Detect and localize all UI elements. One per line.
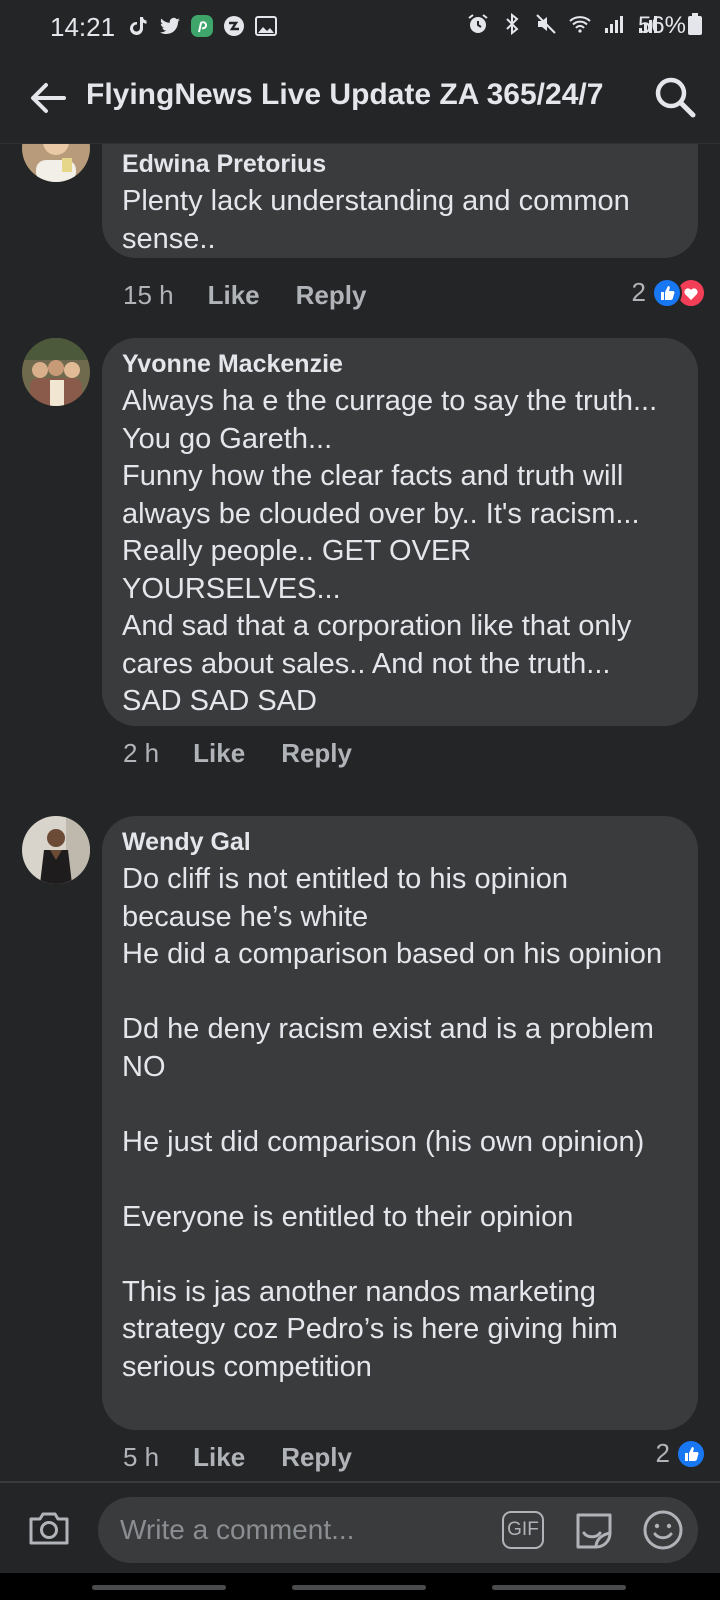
mute-icon xyxy=(536,14,556,34)
comment-author[interactable]: Wendy Gal xyxy=(122,828,678,857)
comment-bubble: Yvonne Mackenzie Always ha e the currage… xyxy=(102,338,698,726)
comment-actions: 5 h Like Reply xyxy=(123,1442,388,1473)
comment-actions: 2 h Like Reply xyxy=(123,738,388,769)
comment-text: Always ha e the currage to say the truth… xyxy=(122,385,658,717)
avatar[interactable] xyxy=(22,144,90,182)
comment-text: Do cliff is not entitled to his opinion … xyxy=(122,863,663,1383)
page-title: FlyingNews Live Update ZA 365/24/7 xyxy=(86,78,604,111)
profile-photo xyxy=(22,338,90,406)
back-arrow-icon[interactable] xyxy=(26,76,70,120)
battery-level: 56% xyxy=(638,12,702,40)
comment-composer: GIF xyxy=(0,1481,720,1573)
comments-feed[interactable]: Edwina Pretorius Plenty lack understandi… xyxy=(0,144,720,1481)
tiktok-icon xyxy=(130,17,147,35)
vpn-icon xyxy=(224,16,244,36)
app-header: FlyingNews Live Update ZA 365/24/7 xyxy=(0,56,720,144)
comment-text: Plenty lack understanding and common sen… xyxy=(122,185,638,255)
reaction-summary[interactable]: 2 xyxy=(632,277,706,308)
emoji-icon[interactable] xyxy=(642,1509,684,1551)
gallery-icon xyxy=(255,16,277,36)
reply-button[interactable]: Reply xyxy=(281,1442,352,1473)
reply-button[interactable]: Reply xyxy=(296,280,367,311)
comment-time: 15 h xyxy=(123,280,174,310)
reaction-summary[interactable]: 2 xyxy=(656,1438,706,1469)
gif-label: GIF xyxy=(507,1519,539,1540)
status-bar: 14:21 56% xyxy=(0,0,720,56)
comment-bubble: Wendy Gal Do cliff is not entitled to hi… xyxy=(102,816,698,1430)
system-navigation-bar xyxy=(0,1573,720,1600)
camera-icon[interactable] xyxy=(26,1505,72,1551)
like-reaction-icon xyxy=(676,1438,706,1469)
battery-icon xyxy=(688,13,702,35)
comment-author[interactable]: Edwina Pretorius xyxy=(122,150,678,179)
like-button[interactable]: Like xyxy=(193,1442,245,1473)
battery-percent: 56% xyxy=(637,12,686,39)
reaction-count: 2 xyxy=(631,277,646,307)
avatar[interactable] xyxy=(22,816,90,884)
reaction-count: 2 xyxy=(655,1438,670,1468)
profile-photo xyxy=(22,816,90,884)
system-back-button[interactable] xyxy=(492,1585,626,1590)
signal-icon xyxy=(605,16,623,33)
comment-author[interactable]: Yvonne Mackenzie xyxy=(122,350,678,379)
avatar[interactable] xyxy=(22,338,90,406)
search-icon[interactable] xyxy=(652,74,698,120)
twitter-icon xyxy=(160,17,180,35)
gif-button[interactable]: GIF xyxy=(502,1511,544,1549)
like-reaction-icon xyxy=(652,277,682,308)
home-button[interactable] xyxy=(292,1585,426,1590)
like-button[interactable]: Like xyxy=(193,738,245,769)
status-time: 14:21 xyxy=(50,12,116,42)
reply-button[interactable]: Reply xyxy=(281,738,352,769)
comment-time: 5 h xyxy=(123,1442,160,1472)
comment-actions: 15 h Like Reply xyxy=(123,280,402,311)
comment-bubble: Edwina Pretorius Plenty lack understandi… xyxy=(102,144,698,258)
notification-icons xyxy=(126,14,278,38)
bluetooth-icon xyxy=(506,12,519,36)
pinterest-icon xyxy=(191,15,213,37)
sticker-icon[interactable] xyxy=(572,1509,616,1551)
recents-button[interactable] xyxy=(92,1585,226,1590)
profile-photo xyxy=(22,144,90,182)
comment-time: 2 h xyxy=(123,738,160,768)
wifi-icon xyxy=(569,16,591,33)
alarm-icon xyxy=(468,14,488,33)
like-button[interactable]: Like xyxy=(208,280,260,311)
system-icons xyxy=(466,12,660,36)
